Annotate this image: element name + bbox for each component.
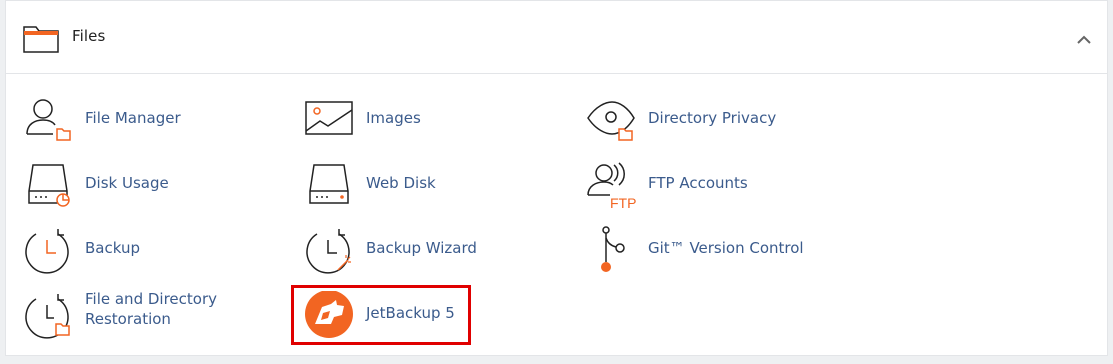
web-disk-link[interactable]: Web Disk (304, 161, 544, 211)
item-label: Web Disk (366, 174, 436, 192)
item-label: Directory Privacy (648, 109, 777, 127)
file-restoration-icon (25, 294, 70, 339)
chevron-up-icon[interactable] (1069, 25, 1099, 55)
item-label: JetBackup 5 (366, 304, 455, 322)
backup-icon (25, 229, 69, 274)
file-manager-icon (26, 99, 71, 141)
disk-usage-link[interactable]: Disk Usage (23, 161, 263, 211)
backup-link[interactable]: Backup (23, 226, 263, 276)
ftp-accounts-icon: FTP (587, 162, 636, 211)
item-label: Images (366, 109, 421, 127)
file-manager-link[interactable]: File Manager (23, 96, 263, 146)
item-label: Backup Wizard (366, 239, 477, 257)
backup-wizard-link[interactable]: Backup Wizard (304, 226, 544, 276)
file-restoration-link[interactable]: File and Directory Restoration (23, 290, 263, 341)
item-label: Git™ Version Control (648, 239, 804, 257)
jetbackup-icon (305, 291, 353, 338)
disk-usage-icon (28, 164, 70, 207)
backup-wizard-icon (306, 229, 351, 274)
directory-privacy-icon (587, 101, 635, 141)
files-section-header[interactable]: Files (6, 1, 1107, 74)
item-label: File Manager (85, 109, 181, 127)
section-title: Files (72, 27, 106, 45)
web-disk-icon (309, 164, 349, 204)
item-label: File and Directory Restoration (85, 290, 217, 328)
item-label: Backup (85, 239, 140, 257)
jetbackup-link[interactable]: JetBackup 5 (304, 291, 464, 341)
directory-privacy-link[interactable]: Directory Privacy (586, 96, 846, 146)
git-icon (601, 226, 625, 272)
ftp-accounts-link[interactable]: FTP FTP Accounts (586, 161, 846, 211)
item-label: FTP Accounts (648, 174, 748, 192)
item-label: Disk Usage (85, 174, 169, 192)
images-icon (305, 101, 353, 135)
images-link[interactable]: Images (304, 96, 544, 146)
folder-icon (23, 26, 59, 53)
git-version-control-link[interactable]: Git™ Version Control (586, 226, 866, 276)
svg-text:FTP: FTP (610, 195, 636, 211)
files-panel: Files File Manager Images Directory Priv… (5, 0, 1108, 356)
